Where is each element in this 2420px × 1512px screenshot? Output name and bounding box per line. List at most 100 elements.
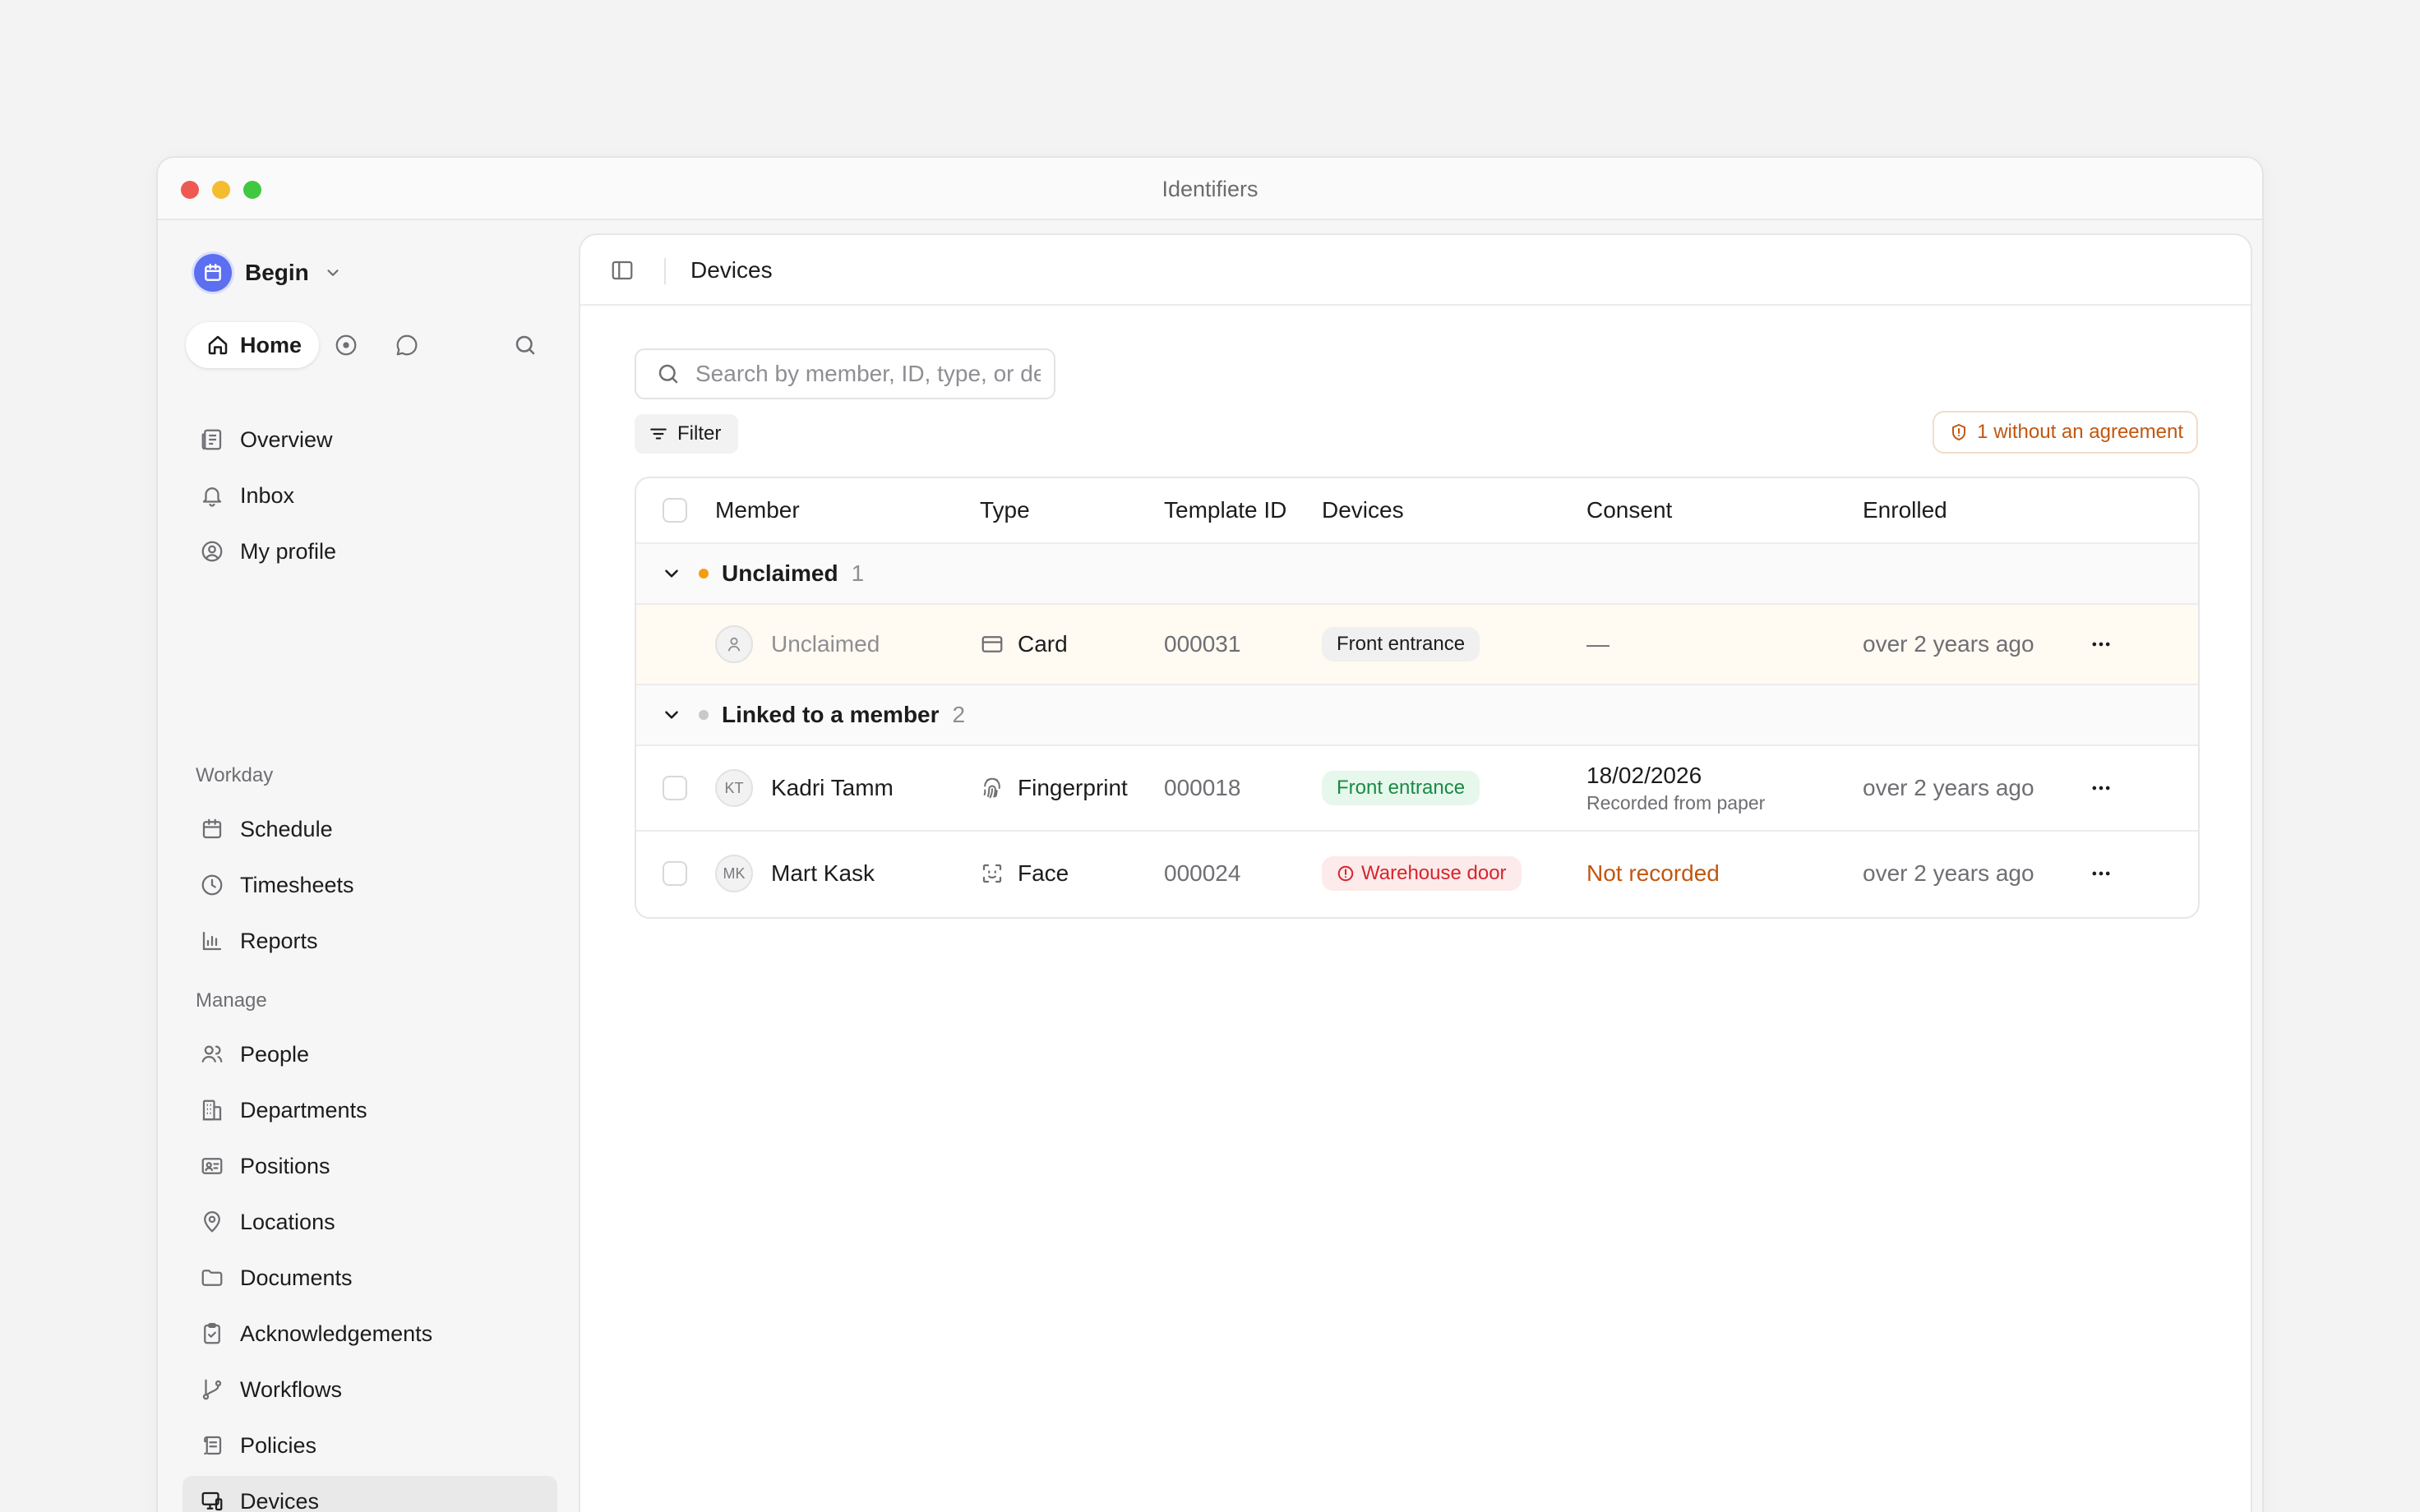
avatar: MK [715, 855, 753, 892]
home-button[interactable]: Home [186, 322, 319, 368]
column-header-type[interactable]: Type [980, 478, 1030, 542]
enrolled-date: over 2 years ago [1863, 775, 2034, 800]
user-circle-icon [199, 538, 225, 565]
row-actions-button[interactable] [2085, 857, 2118, 890]
sidebar-item-label: Schedule [240, 816, 333, 841]
sidebar-item-workflows[interactable]: Workflows [182, 1364, 557, 1415]
map-pin-icon [199, 1209, 225, 1235]
chevron-down-icon[interactable] [661, 704, 682, 726]
workspace-switcher[interactable]: Begin [194, 251, 342, 294]
group-header-linked[interactable]: Linked to a member 2 [636, 685, 2198, 746]
bar-chart-icon [199, 928, 225, 954]
sidebar-item-positions[interactable]: Positions [182, 1141, 557, 1192]
clock-icon [199, 872, 225, 898]
group-count: 1 [851, 560, 865, 586]
calendar-icon [199, 816, 225, 842]
sidebar-item-departments[interactable]: Departments [182, 1085, 557, 1136]
agreement-warning-badge[interactable]: 1 without an agreement [1933, 411, 2198, 454]
sidebar-item-label: Devices [240, 1488, 320, 1512]
template-id: 000031 [1164, 631, 1241, 657]
group-title: Linked to a member [722, 702, 940, 727]
sidebar-item-label: Locations [240, 1209, 335, 1234]
filter-button[interactable]: Filter [635, 414, 738, 454]
sidebar-item-label: Inbox [240, 482, 295, 508]
calendar-icon [205, 264, 221, 281]
member-name: Mart Kask [771, 860, 875, 886]
user-icon [727, 637, 741, 652]
sidebar-item-my-profile[interactable]: My profile [182, 526, 557, 577]
sidebar-item-overview[interactable]: Overview [182, 414, 557, 465]
sidebar-item-label: Reports [240, 928, 318, 953]
sidebar-item-label: My profile [240, 538, 337, 564]
sidebar-item-documents[interactable]: Documents [182, 1252, 557, 1303]
building-icon [199, 1097, 225, 1123]
group-header-unclaimed[interactable]: Unclaimed 1 [636, 544, 2198, 605]
users-icon [199, 1041, 225, 1067]
sidebar-item-people[interactable]: People [182, 1029, 557, 1080]
clipboard-check-icon [199, 1321, 225, 1347]
chevron-down-icon[interactable] [661, 563, 682, 584]
sidebar-item-inbox[interactable]: Inbox [182, 470, 557, 521]
select-all-checkbox[interactable] [663, 498, 687, 523]
avatar: KT [715, 769, 753, 807]
search-input[interactable] [695, 361, 1041, 387]
sidebar-toggle-icon[interactable] [610, 258, 635, 283]
enrolled-date: over 2 years ago [1863, 631, 2034, 657]
warning-label: 1 without an agreement [1977, 421, 2183, 443]
sidebar-item-label: Acknowledgements [240, 1321, 433, 1346]
row-checkbox[interactable] [663, 861, 687, 886]
sidebar-item-label: Workflows [240, 1376, 343, 1402]
identifier-type: Card [1018, 631, 1068, 657]
member-name: Unclaimed [771, 631, 880, 657]
consent-source: Recorded from paper [1586, 791, 1766, 814]
group-status-dot [699, 569, 709, 579]
search-icon[interactable] [513, 333, 538, 357]
row-actions-button[interactable] [2085, 772, 2118, 804]
fingerprint-icon [983, 777, 1000, 799]
chevron-down-icon [327, 270, 339, 276]
column-header-consent[interactable]: Consent [1586, 478, 1672, 542]
consent-status: Not recorded [1586, 860, 1720, 886]
group-status-dot [699, 710, 709, 720]
column-header-member[interactable]: Member [715, 478, 800, 542]
identifier-type: Face [1018, 860, 1069, 886]
alert-circle-icon [1337, 865, 1354, 882]
folder-icon [199, 1265, 225, 1291]
sidebar-item-acknowledgements[interactable]: Acknowledgements [182, 1308, 557, 1359]
table-row[interactable]: KT Kadri Tamm Fingerprint 000018 Front e… [636, 746, 2198, 832]
header-divider [664, 258, 666, 284]
device-chip[interactable]: Warehouse door [1322, 856, 1522, 891]
sidebar-item-locations[interactable]: Locations [182, 1196, 557, 1247]
column-header-enrolled[interactable]: Enrolled [1863, 478, 1947, 542]
sidebar-item-timesheets[interactable]: Timesheets [182, 860, 557, 910]
home-label: Home [240, 332, 302, 357]
table-row[interactable]: Unclaimed Card 000031 Front entrance — o… [636, 605, 2198, 685]
column-header-template-id[interactable]: Template ID [1164, 478, 1286, 542]
template-id: 000024 [1164, 860, 1241, 886]
device-chip[interactable]: Front entrance [1322, 771, 1480, 805]
group-title: Unclaimed [722, 560, 838, 586]
row-checkbox[interactable] [663, 776, 687, 800]
enrolled-date: over 2 years ago [1863, 860, 2034, 886]
workspace-name: Begin [245, 260, 309, 285]
device-chip[interactable]: Front entrance [1322, 627, 1480, 662]
sidebar-item-label: Policies [240, 1432, 317, 1458]
device-name: Front entrance [1337, 633, 1466, 655]
column-header-devices[interactable]: Devices [1322, 478, 1404, 542]
identifiers-table: Member Type Template ID Devices Consent … [635, 477, 2200, 919]
sidebar-item-schedule[interactable]: Schedule [182, 804, 557, 855]
consent-date: 18/02/2026 [1586, 762, 1702, 788]
table-header: Member Type Template ID Devices Consent … [636, 478, 2198, 544]
table-row[interactable]: MK Mart Kask Face 000024 Warehouse door … [636, 832, 2198, 915]
app-window: Identifiers Begin Home Overview Inbox My… [156, 156, 2264, 1512]
sidebar-item-policies[interactable]: Policies [182, 1420, 557, 1471]
row-actions-button[interactable] [2085, 628, 2118, 661]
sidebar-item-devices[interactable]: Devices [182, 1476, 557, 1512]
sidebar-item-reports[interactable]: Reports [182, 915, 557, 966]
chat-icon[interactable] [395, 333, 419, 357]
credit-card-icon [981, 636, 1003, 652]
more-horizontal-icon [2092, 642, 2110, 647]
device-name: Front entrance [1337, 777, 1466, 799]
main-panel: Devices Filter 1 without an agreement Me… [579, 233, 2252, 1512]
activity-icon[interactable] [334, 333, 358, 357]
